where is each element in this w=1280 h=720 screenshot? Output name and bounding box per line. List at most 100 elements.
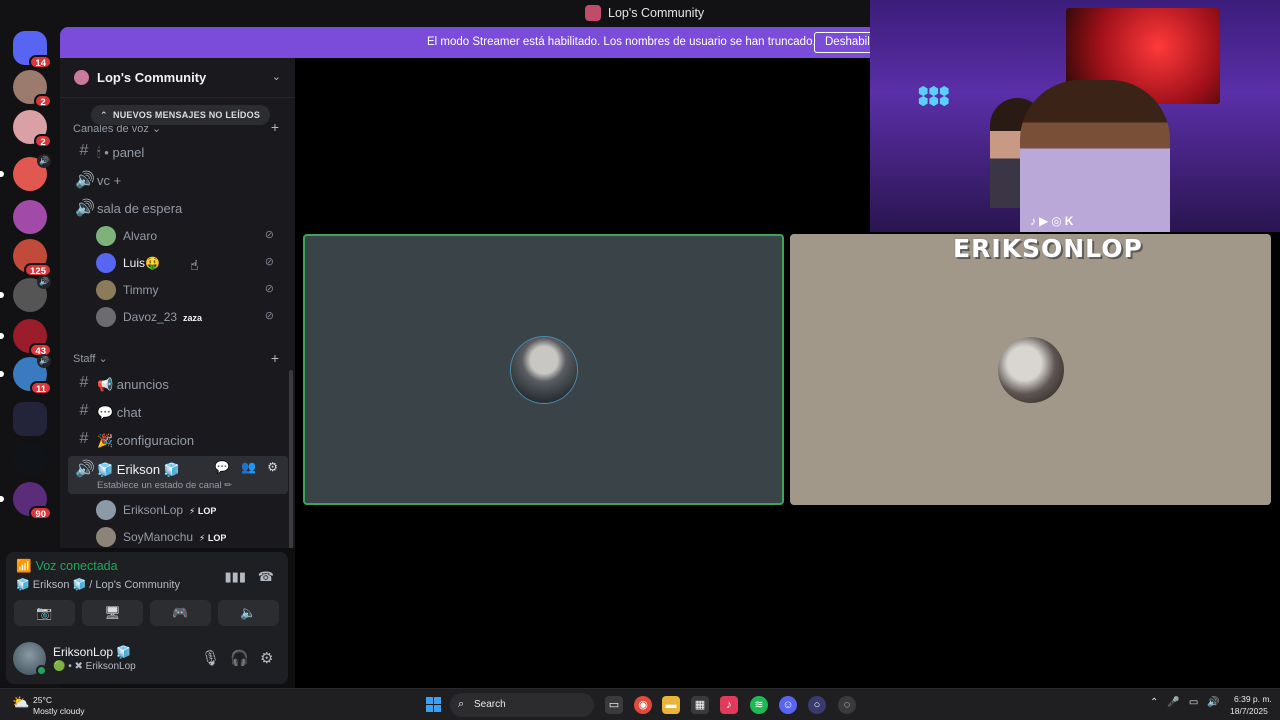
discord-home-icon[interactable]: 14 [13, 31, 52, 69]
discord-icon[interactable]: ☺ [779, 696, 797, 714]
camera-button[interactable]: 📷 [14, 600, 75, 626]
clock-date[interactable]: 18/7/2025 [1230, 706, 1268, 716]
avatar [96, 500, 116, 520]
voice-channel-erikson[interactable]: 🔊 🧊 Erikson 🧊 💬 👥 ⚙ Establece un estado … [68, 456, 288, 494]
speaker-icon: 🔊 [37, 354, 51, 368]
user-name[interactable]: EriksonLop 🧊 [53, 645, 131, 659]
unread-badge: 2 [34, 134, 52, 148]
app-icon[interactable]: ◌ [838, 696, 856, 714]
screen-share-button[interactable]: 🖥 [82, 600, 143, 626]
disable-streamer-button[interactable]: Deshabili [814, 32, 870, 53]
app-icon[interactable]: ○ [808, 696, 826, 714]
voice-user[interactable]: EriksonLop ⚡ LOP [96, 498, 286, 522]
headphones-icon[interactable]: 🎧 [230, 649, 249, 667]
user-name: Luis🤑 [123, 256, 160, 270]
voice-user[interactable]: SoyManochu ⚡ LOP [96, 525, 286, 548]
mouse-cursor: ☝ [190, 257, 199, 273]
guild-name: Lop's Community [97, 70, 207, 85]
task-view-icon[interactable]: ▭ [605, 696, 623, 714]
folder-icon[interactable] [13, 402, 47, 436]
activities-button[interactable]: 🎮 [150, 600, 211, 626]
clock-time[interactable]: 6:39 p. m. [1234, 694, 1272, 704]
gear-icon[interactable]: ⚙ [260, 649, 273, 667]
chrome-icon[interactable]: ◉ [634, 696, 652, 714]
voice-status[interactable]: 📶 Voz conectada [16, 559, 118, 574]
search-icon: ⌕ [458, 698, 465, 710]
user-name: SoyManochu ⚡ LOP [123, 530, 226, 544]
system-tray[interactable]: ⌃🎤▭🔊 [1150, 697, 1229, 708]
add-channel-button[interactable]: + [271, 350, 279, 366]
tiktok-icon[interactable]: ♪ [720, 696, 738, 714]
hash-icon: # [79, 374, 89, 391]
server-avatar-icon[interactable]: 🔊 [0, 275, 51, 312]
channel-item[interactable]: 🔊 sala de espera [68, 195, 288, 221]
channel-label: 🕯 • panel [97, 145, 145, 160]
avatar [96, 253, 116, 273]
taskbar: ⛅ 25°C Mostly cloudy ⌕ Search ▭ ◉ ▬ ▦ ♪ … [0, 688, 1280, 720]
weather-icon[interactable]: ⛅ [12, 694, 29, 711]
server-avatar-icon[interactable] [13, 200, 47, 234]
voice-user[interactable]: Davoz_23 zaza ⊘ [96, 305, 286, 329]
channel-sidebar: Lop's Community ⌄ Canales de voz ⌄ + ⌃ N… [60, 58, 295, 548]
guild-header[interactable]: Lop's Community ⌄ [60, 58, 295, 98]
start-button[interactable] [426, 697, 441, 712]
unread-pip [0, 496, 4, 502]
server-avatar-icon[interactable]: 2 [13, 110, 52, 148]
unread-messages-pill[interactable]: ⌃ NUEVOS MENSAJES NO LEÍDOS [91, 105, 271, 125]
hash-icon: # [79, 142, 89, 159]
participant-tile[interactable] [790, 234, 1271, 505]
voice-user[interactable]: Timmy ⊘ [96, 278, 286, 302]
webcam-overlay: ⬢⬢⬢ ⬢⬢⬢ ♪▶◎K [870, 0, 1280, 232]
server-avatar-icon[interactable]: 125 [13, 239, 52, 277]
unread-pip [0, 371, 4, 377]
weather-desc[interactable]: Mostly cloudy [33, 706, 85, 716]
server-avatar-icon[interactable]: 43 [0, 319, 52, 357]
noise-suppression-icon[interactable]: ▮▮▮ [225, 569, 246, 585]
muted-icon: ⊘ [264, 229, 274, 241]
category-staff[interactable]: Staff ⌄ [73, 352, 108, 365]
server-avatar-icon[interactable]: 🔊 [0, 154, 51, 191]
user-tag: ⚡ LOP [189, 506, 217, 516]
voice-location[interactable]: 🧊 Erikson 🧊 / Lop's Community [16, 578, 180, 591]
soundboard-button[interactable]: 🔈 [218, 600, 279, 626]
store-icon[interactable]: ▦ [691, 696, 709, 714]
add-channel-button[interactable]: + [271, 119, 279, 135]
server-avatar-icon[interactable]: 90 [0, 482, 52, 520]
user-tag: ⚡ LOP [199, 533, 227, 543]
window-title: Lop's Community [608, 6, 705, 20]
disconnect-icon[interactable]: ☎ [258, 569, 274, 585]
unread-badge: 14 [29, 55, 52, 69]
avatar [96, 527, 116, 547]
avatar [96, 226, 116, 246]
microphone-icon[interactable]: 🎙 [201, 649, 220, 667]
channel-label: 💬 chat [97, 405, 142, 420]
participant-tile[interactable] [303, 234, 784, 505]
speaker-icon: 🔊 [75, 172, 95, 189]
search-label: Search [474, 699, 506, 710]
user-name-text: SoyManochu [123, 530, 194, 544]
server-avatar-icon[interactable]: 2 [13, 70, 52, 108]
file-explorer-icon[interactable]: ▬ [662, 696, 680, 714]
channel-actions[interactable]: 💬 👥 ⚙ [215, 460, 282, 474]
spotify-icon[interactable]: ≋ [750, 696, 768, 714]
server-avatar-icon[interactable] [13, 442, 47, 476]
channel-item[interactable]: # 🎉 configuracion [68, 427, 288, 453]
channel-item[interactable]: # 💬 chat [68, 399, 288, 425]
user-name: Alvaro [123, 229, 157, 243]
server-avatar-icon[interactable]: 11 🔊 [0, 354, 52, 395]
channel-label: 📢 anuncios [97, 377, 169, 392]
user-name-text: Alvaro [123, 229, 158, 243]
weather-temp[interactable]: 25°C [33, 695, 52, 705]
hash-icon: # [79, 430, 89, 447]
voice-user[interactable]: Alvaro ⊘ [96, 224, 286, 248]
sidebar-scrollbar[interactable] [289, 370, 293, 548]
user-name-text: Timmy [123, 283, 159, 297]
voice-status-label: Voz conectada [35, 559, 118, 573]
channel-item[interactable]: # 🕯 • panel [68, 139, 288, 165]
channel-status[interactable]: Establece un estado de canal ✏ [97, 480, 232, 491]
avatar [997, 336, 1064, 403]
taskbar-search[interactable]: ⌕ Search [450, 693, 594, 717]
chevron-down-icon[interactable]: ⌄ [272, 70, 281, 83]
channel-item[interactable]: 🔊 vc + [68, 167, 288, 193]
channel-item[interactable]: # 📢 anuncios [68, 371, 288, 397]
